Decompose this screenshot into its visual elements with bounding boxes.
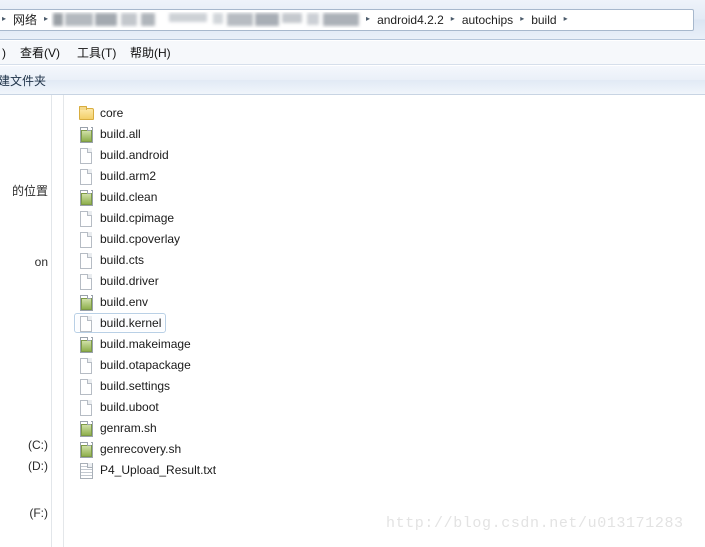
- text-file-icon: [79, 462, 93, 479]
- list-item-label: build.cpimage: [100, 211, 175, 225]
- list-item[interactable]: build.clean: [74, 187, 162, 207]
- chevron-right-icon[interactable]: ▸: [517, 10, 527, 29]
- list-item-label: build.makeimage: [100, 337, 191, 351]
- list-item[interactable]: core: [74, 103, 128, 123]
- menu-item-help[interactable]: 帮助(H): [130, 44, 171, 62]
- list-item-label: build.otapackage: [100, 358, 191, 372]
- nav-item-library[interactable]: on: [35, 255, 48, 269]
- list-item[interactable]: build.cpoverlay: [74, 229, 185, 249]
- file-icon: [79, 252, 93, 269]
- list-item[interactable]: build.uboot: [74, 397, 164, 417]
- toolbar: 建文件夹: [0, 66, 705, 95]
- file-list: core build.all build.android build.arm2 …: [63, 95, 705, 547]
- menu-item-view[interactable]: 查看(V): [20, 44, 60, 62]
- list-item[interactable]: genram.sh: [74, 418, 162, 438]
- breadcrumb-item-redacted[interactable]: [51, 12, 363, 28]
- list-item[interactable]: build.otapackage: [74, 355, 196, 375]
- chevron-right-icon[interactable]: ▸: [0, 10, 9, 29]
- breadcrumb-item-network[interactable]: 网络: [9, 10, 41, 30]
- list-item[interactable]: build.all: [74, 124, 146, 144]
- list-item-label: build.android: [100, 148, 169, 162]
- file-icon: [79, 315, 93, 332]
- list-item-label: build.settings: [100, 379, 171, 393]
- breadcrumb[interactable]: ▸ 网络 ▸ ▸ android4.2.2 ▸ autochips ▸ buil…: [0, 9, 694, 31]
- nav-item-drive-d[interactable]: (D:): [28, 459, 48, 473]
- list-item[interactable]: build.settings: [74, 376, 175, 396]
- list-item-label: P4_Upload_Result.txt: [100, 463, 217, 477]
- pane-splitter[interactable]: [52, 95, 63, 547]
- list-item[interactable]: P4_Upload_Result.txt: [74, 460, 221, 480]
- explorer-window: ▸ 网络 ▸ ▸ android4.2.2 ▸ autochips ▸ buil…: [0, 0, 705, 547]
- list-item[interactable]: build.cts: [74, 250, 149, 270]
- folder-icon: [79, 105, 94, 121]
- file-icon: [79, 168, 93, 185]
- breadcrumb-item-autochips[interactable]: autochips: [458, 10, 517, 30]
- nav-item-recent-places[interactable]: 的位置: [12, 182, 48, 199]
- file-icon: [79, 231, 93, 248]
- list-item-label: build.env: [100, 295, 149, 309]
- list-item-label: build.uboot: [100, 400, 159, 414]
- script-file-icon: [79, 441, 93, 458]
- list-item-label: build.driver: [100, 274, 159, 288]
- script-file-icon: [79, 420, 93, 437]
- address-bar: ▸ 网络 ▸ ▸ android4.2.2 ▸ autochips ▸ buil…: [0, 0, 705, 40]
- script-file-icon: [79, 126, 93, 143]
- list-item[interactable]: build.makeimage: [74, 334, 196, 354]
- list-item[interactable]: genrecovery.sh: [74, 439, 186, 459]
- chevron-right-icon[interactable]: ▸: [41, 10, 51, 29]
- file-icon: [79, 210, 93, 227]
- list-item-label: build.clean: [100, 190, 158, 204]
- menu-item-partial[interactable]: ): [2, 44, 6, 62]
- file-icon: [79, 147, 93, 164]
- breadcrumb-item-build[interactable]: build: [527, 10, 560, 30]
- list-item[interactable]: build.android: [74, 145, 174, 165]
- navigation-pane: 的位置 on (C:) (D:) (F:): [0, 95, 52, 547]
- script-file-icon: [79, 336, 93, 353]
- breadcrumb-item-android[interactable]: android4.2.2: [373, 10, 448, 30]
- list-item-selected[interactable]: build.kernel: [74, 313, 167, 333]
- nav-item-drive-c[interactable]: (C:): [28, 438, 48, 452]
- list-item-label: genram.sh: [100, 421, 157, 435]
- chevron-right-icon[interactable]: ▸: [561, 10, 571, 29]
- nav-item-drive-f[interactable]: (F:): [29, 506, 48, 520]
- file-icon: [79, 357, 93, 374]
- script-file-icon: [79, 294, 93, 311]
- list-item-label: build.all: [100, 127, 141, 141]
- list-item-label: build.arm2: [100, 169, 157, 183]
- list-item[interactable]: build.env: [74, 292, 153, 312]
- file-icon: [79, 273, 93, 290]
- list-item[interactable]: build.arm2: [74, 166, 161, 186]
- list-item-label: build.cpoverlay: [100, 232, 181, 246]
- menu-item-tools[interactable]: 工具(T): [77, 44, 116, 62]
- script-file-icon: [79, 189, 93, 206]
- list-item[interactable]: build.cpimage: [74, 208, 179, 228]
- list-item[interactable]: build.driver: [74, 271, 164, 291]
- new-folder-button[interactable]: 建文件夹: [0, 72, 46, 89]
- chevron-right-icon[interactable]: ▸: [363, 10, 373, 29]
- chevron-right-icon[interactable]: ▸: [448, 10, 458, 29]
- watermark-text: http://blog.csdn.net/u013171283: [386, 515, 684, 532]
- list-item-label: build.cts: [100, 253, 145, 267]
- file-icon: [79, 399, 93, 416]
- list-item-label: build.kernel: [100, 316, 162, 330]
- file-icon: [79, 378, 93, 395]
- menu-bar: ) 查看(V) 工具(T) 帮助(H): [0, 41, 705, 65]
- list-item-label: core: [100, 106, 124, 120]
- list-item-label: genrecovery.sh: [100, 442, 182, 456]
